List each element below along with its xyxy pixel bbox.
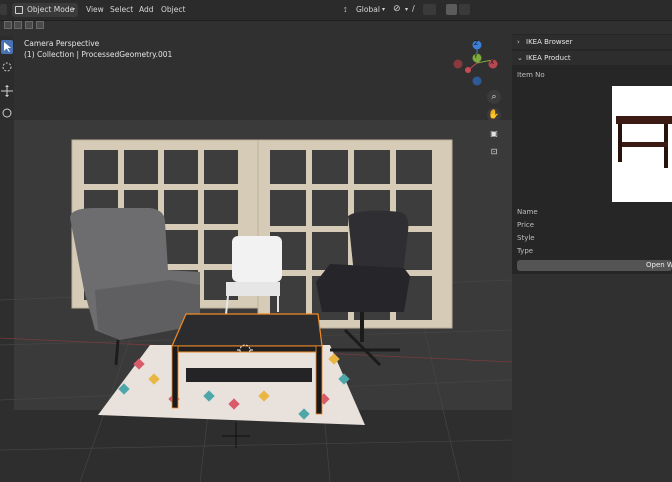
name-label: Name — [517, 208, 538, 216]
price-label: Price — [517, 221, 535, 229]
ikea-product-header[interactable]: ⌄ IKEA Product — [512, 51, 672, 65]
gizmo-z-label[interactable]: Z — [474, 40, 478, 47]
hand-icon[interactable]: ✋ — [487, 108, 501, 122]
chevron-right-icon: › — [517, 38, 520, 46]
lock-icon[interactable]: ⊡ — [487, 145, 501, 159]
item-no-label: Item No — [517, 71, 545, 79]
sidebar-panel: › IKEA Browser ⌄ IKEA Product Item No Na… — [512, 34, 672, 274]
ikea-browser-label: IKEA Browser — [526, 38, 573, 46]
chevron-down-icon: ⌄ — [517, 54, 523, 62]
open-website-label: Open W — [646, 261, 672, 269]
camera-icon[interactable]: ▣ — [487, 127, 501, 141]
open-website-button[interactable]: Open W — [517, 260, 672, 271]
viewport-lower-right — [512, 274, 672, 482]
type-label: Type — [517, 247, 534, 255]
gizmo-y-label[interactable]: Y — [474, 53, 478, 60]
ikea-product-label: IKEA Product — [526, 54, 571, 62]
ikea-browser-header[interactable]: › IKEA Browser — [512, 35, 672, 49]
product-image — [612, 86, 672, 202]
style-label: Style — [517, 234, 535, 242]
zoom-icon[interactable]: ⌕ — [487, 90, 501, 104]
viewport-scene[interactable] — [0, 0, 512, 482]
gizmo-x-label[interactable]: X — [490, 59, 494, 66]
